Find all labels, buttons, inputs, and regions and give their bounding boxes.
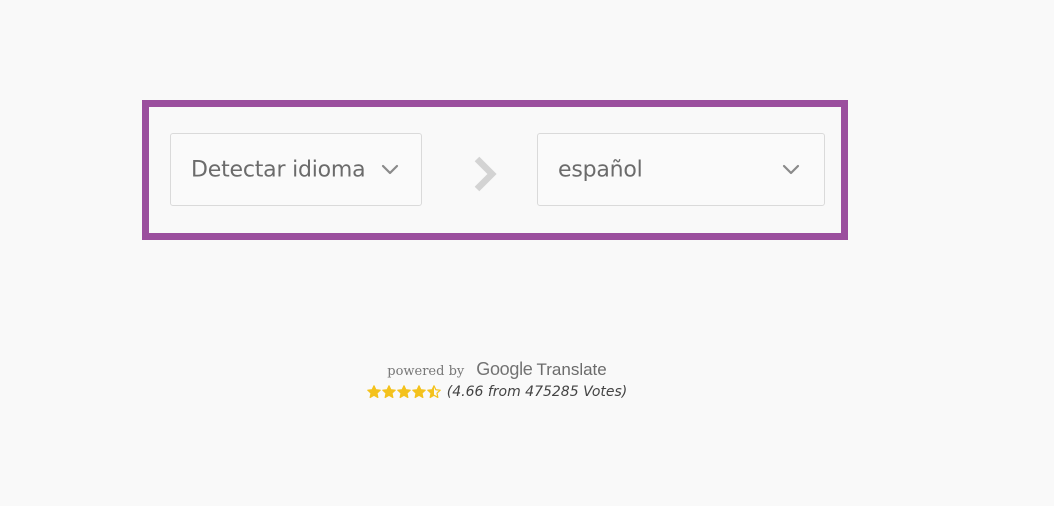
powered-by-text: powered by: [387, 363, 465, 379]
google-translate-logo[interactable]: Google Translate: [476, 359, 606, 380]
target-language-select[interactable]: español: [537, 133, 825, 206]
source-language-label: Detectar idioma: [191, 157, 366, 182]
star-icon[interactable]: [426, 385, 441, 399]
brand-translate-text: Translate: [536, 359, 607, 379]
star-icon[interactable]: [381, 385, 396, 399]
star-icon[interactable]: [366, 385, 381, 399]
source-language-select[interactable]: Detectar idioma: [170, 133, 422, 206]
attribution: powered by Google Translate (4.66 from 4…: [0, 356, 994, 403]
page: Detectar idioma español powered by Googl…: [0, 0, 1054, 506]
chevron-down-icon: [782, 164, 800, 174]
rating-row: (4.66 from 475285 Votes): [366, 384, 628, 400]
rating-summary: (4.66 from 475285 Votes): [446, 384, 628, 400]
star-icon[interactable]: [396, 385, 411, 399]
star-rating[interactable]: [366, 385, 441, 399]
language-selector-panel: Detectar idioma español: [142, 100, 848, 240]
chevron-right-icon: [474, 156, 497, 192]
powered-by-row: powered by Google Translate: [387, 356, 606, 382]
brand-google-text: Google: [476, 358, 533, 379]
target-language-label: español: [558, 157, 643, 182]
star-icon[interactable]: [411, 385, 426, 399]
chevron-down-icon: [381, 164, 399, 174]
